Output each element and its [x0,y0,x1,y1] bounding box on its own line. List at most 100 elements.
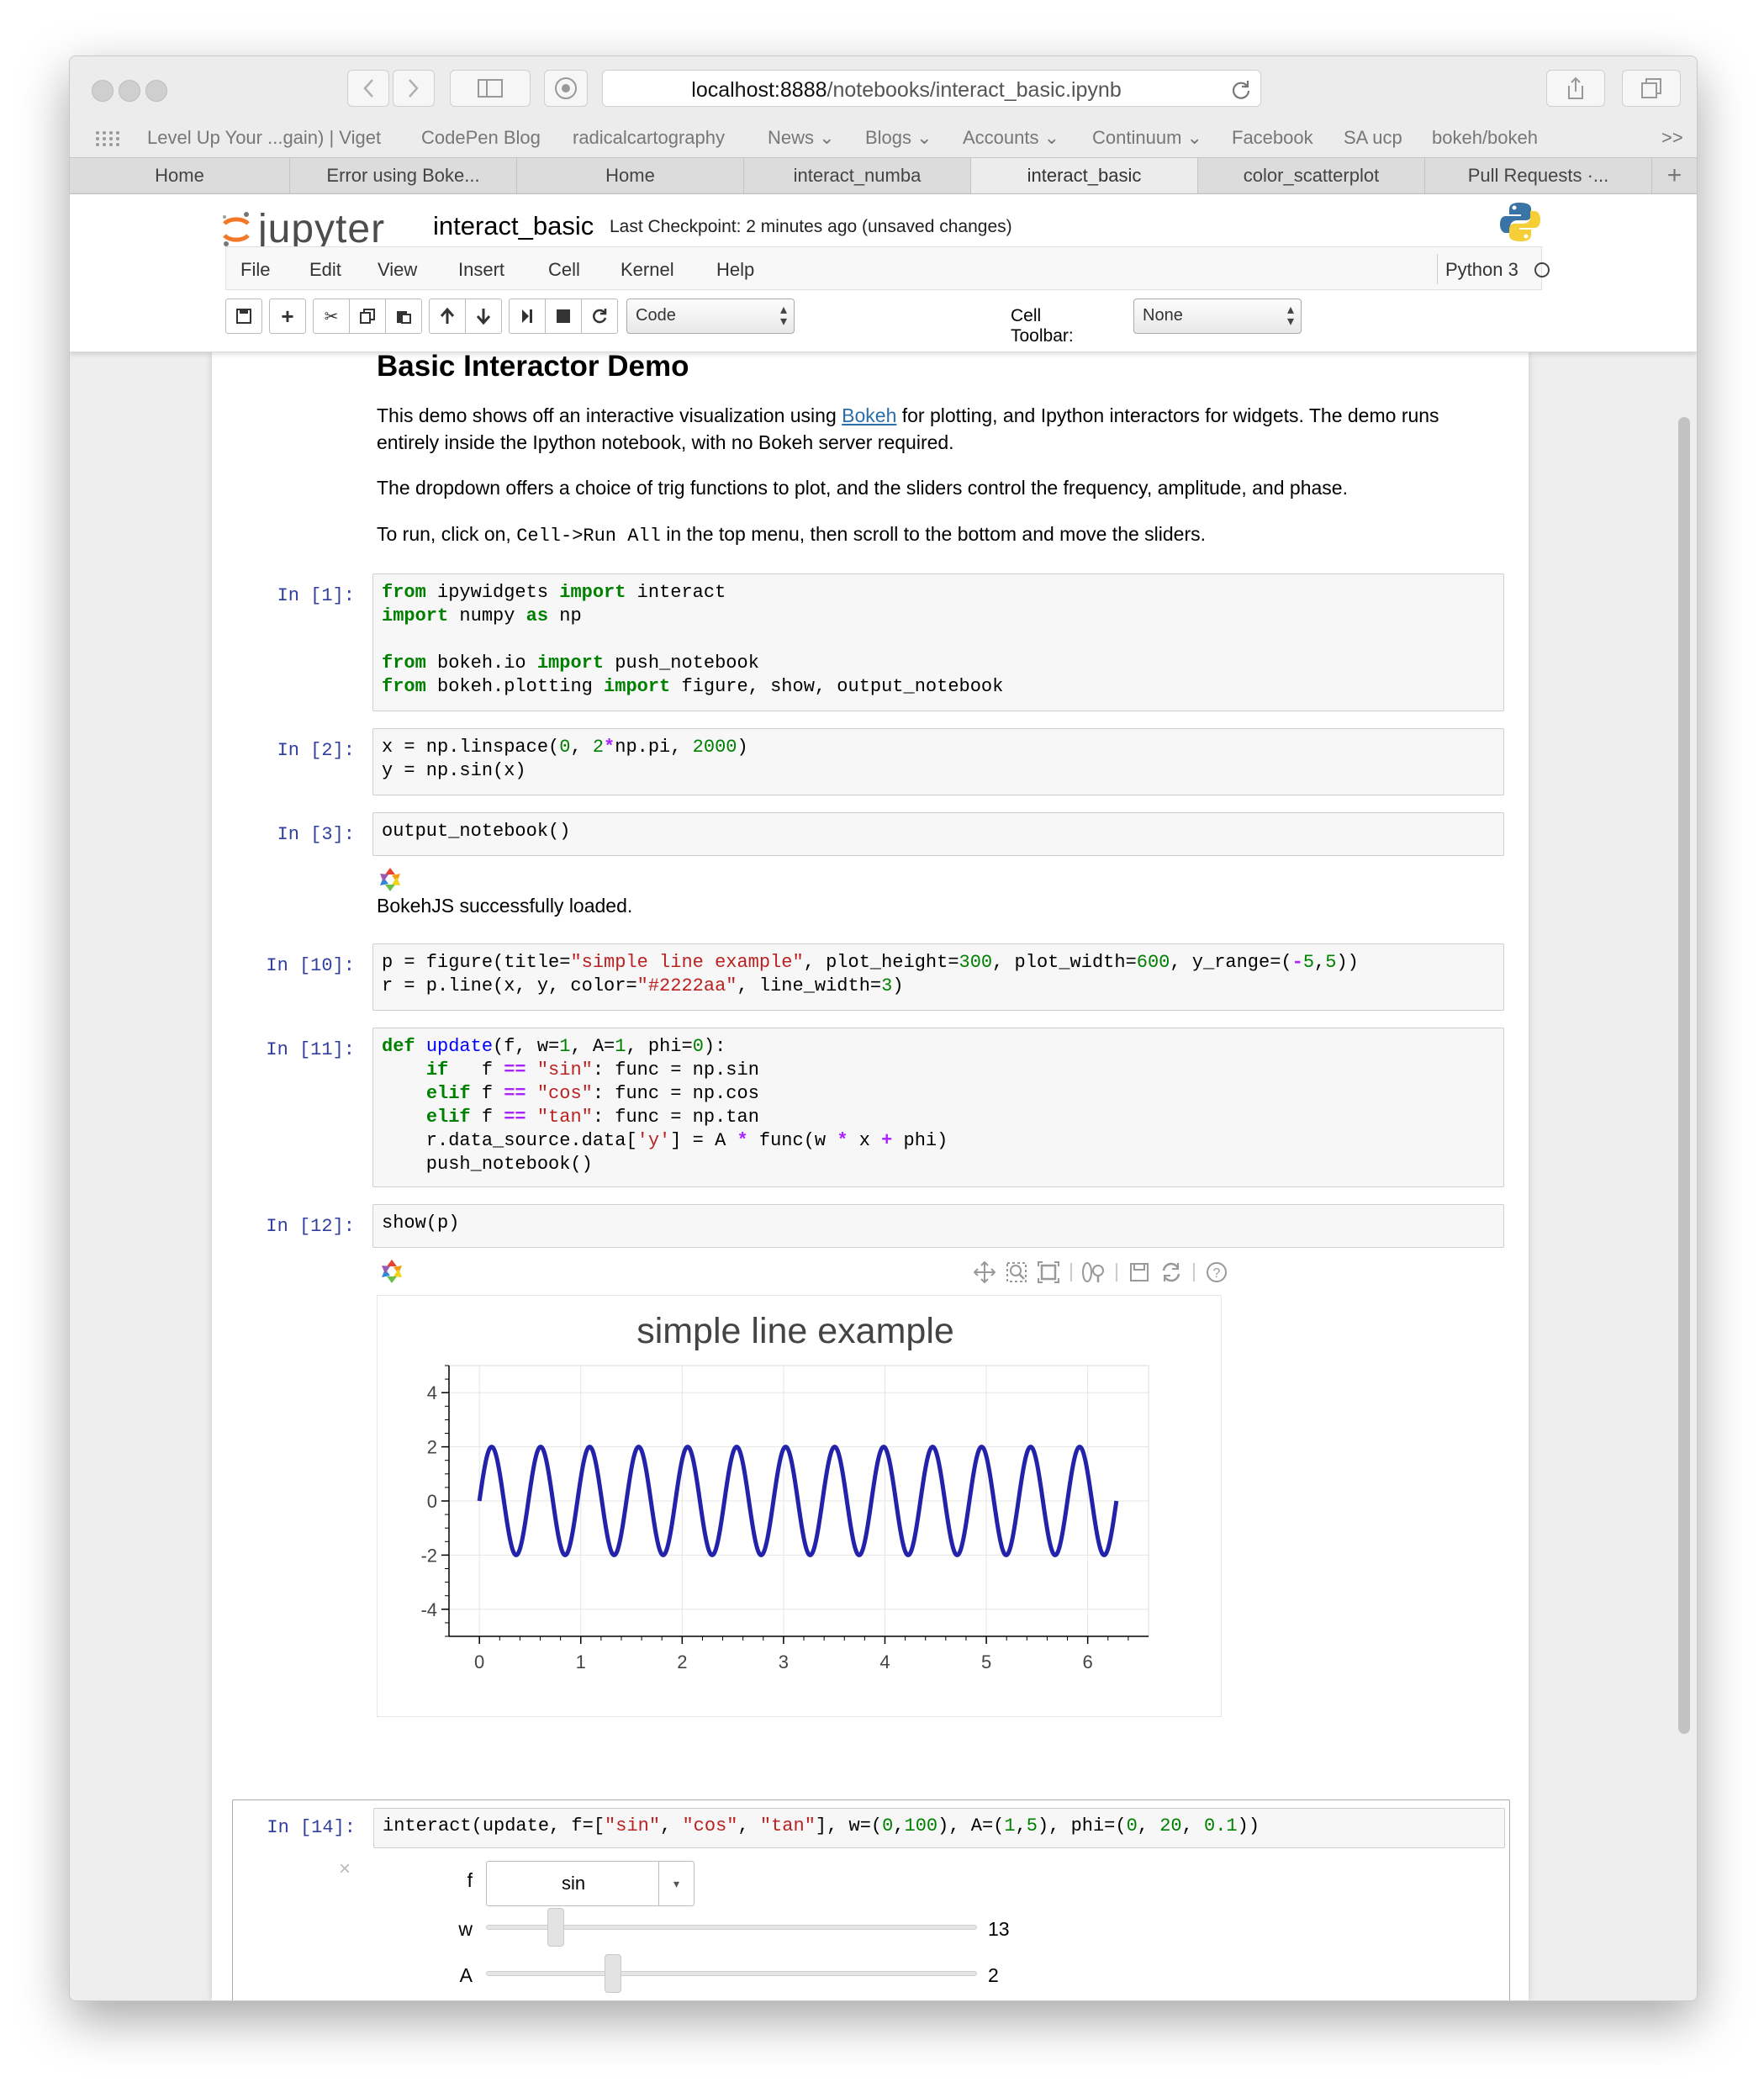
interrupt-button[interactable] [545,299,582,334]
page-scrollbar[interactable] [1678,417,1690,1734]
bookmark-item[interactable]: Accounts ⌄ [963,127,1059,149]
tab-overview-button[interactable] [1622,70,1681,107]
bokeh-plot-frame: simple line example -4 -2 0 2 4 0 1 2 3 4 5 6 [377,1295,1222,1717]
bookmark-item[interactable]: Blogs ⌄ [865,127,932,149]
tab-home[interactable]: Home [70,158,290,193]
bokeh-toolbar: ? [969,1258,1233,1287]
w-slider-handle[interactable] [547,1908,565,1947]
code-cell-input[interactable]: from ipywidgets import interact import n… [372,573,1504,711]
resize-icon [1038,1261,1059,1283]
bookmark-item[interactable]: CodePen Blog [421,127,541,149]
bookmark-item[interactable]: bokeh/bokeh [1432,127,1538,149]
menu-kernel[interactable]: Kernel [621,259,674,281]
A-slider-handle[interactable] [605,1954,621,1993]
minimize-window-button[interactable] [119,80,140,102]
selected-cell[interactable]: In [14]: interact(update, f=["sin", "cos… [232,1799,1510,2001]
zoom-window-button[interactable] [145,80,167,102]
privacy-report-button[interactable] [544,70,588,107]
y-tick-label: 2 [427,1437,437,1458]
sidebar-button[interactable] [450,70,531,107]
bokeh-plot[interactable]: simple line example -4 -2 0 2 4 0 1 2 3 4 5 6 [378,1296,1221,1716]
reset-icon [1162,1262,1180,1282]
paste-button[interactable] [385,299,422,334]
A-slider-track[interactable] [486,1971,977,1976]
code-cell-input[interactable]: p = figure(title="simple line example", … [372,943,1504,1011]
bookmark-item[interactable]: radicalcartography [573,127,725,149]
run-button[interactable] [509,299,546,334]
jupyter-logo-icon [223,211,250,246]
bookmarks-overflow-button[interactable]: >> [1661,127,1683,149]
tab-interact-basic[interactable]: interact_basic [971,158,1198,193]
forward-button[interactable] [393,70,435,107]
menu-edit[interactable]: Edit [309,259,341,281]
cell-prompt: In [3]: [277,824,355,845]
cut-button[interactable]: ✂ [313,299,350,334]
code-cell-input[interactable]: def update(f, w=1, A=1, phi=0): if f == … [372,1028,1504,1187]
tab-interact-numba[interactable]: interact_numba [744,158,971,193]
share-icon [1568,77,1583,99]
cell-toolbar-select[interactable]: None ▴ ▾ [1133,299,1302,334]
reload-icon[interactable] [1230,79,1252,101]
restart-button[interactable] [581,299,618,334]
close-window-button[interactable] [92,80,114,102]
tab-color-scatterplot[interactable]: color_scatterplot [1198,158,1425,193]
close-output-icon[interactable]: × [339,1857,351,1881]
cell-type-select[interactable]: Code ▴ ▾ [626,299,795,334]
code-cell-input[interactable]: x = np.linspace(0, 2*np.pi, 2000) y = np… [372,728,1504,795]
bookmark-item[interactable]: Continuum ⌄ [1092,127,1202,149]
copy-icon [360,309,375,324]
insert-cell-button[interactable]: + [269,299,306,334]
menu-help[interactable]: Help [716,259,754,281]
move-up-button[interactable] [429,299,466,334]
url-text: localhost:8888/notebooks/interact_basic.… [603,78,1210,103]
pan-tool-button[interactable] [969,1258,1001,1287]
zoom-tool-button[interactable] [1001,1258,1033,1287]
menu-cell[interactable]: Cell [548,259,580,281]
save-plot-button[interactable] [1123,1258,1155,1287]
markdown-paragraph: The dropdown offers a choice of trig fun… [377,477,1348,499]
code-text: p = figure(title="simple line example", … [382,952,1359,996]
tab-home-2[interactable]: Home [517,158,744,193]
bookmark-item[interactable]: SA ucp [1344,127,1402,149]
menu-view[interactable]: View [378,259,417,281]
share-button[interactable] [1546,70,1605,107]
chevron-left-icon [363,79,373,98]
code-text: def update(f, w=1, A=1, phi=0): if f == … [382,1036,948,1175]
cell-prompt: In [1]: [277,585,355,606]
address-bar[interactable]: localhost:8888/notebooks/interact_basic.… [602,70,1261,107]
menu-file[interactable]: File [240,259,270,281]
wheel-zoom-tool-button[interactable] [1078,1258,1110,1287]
reset-plot-button[interactable] [1155,1258,1187,1287]
code-cell-input[interactable]: show(p) [372,1204,1504,1248]
phi-slider-handle[interactable] [486,2000,503,2001]
w-label: w [458,1918,473,1940]
code-cell-input[interactable]: output_notebook() [372,812,1504,856]
tab-error-using-bokeh[interactable]: Error using Boke... [290,158,517,193]
notebook-name[interactable]: interact_basic [433,211,594,241]
resize-tool-button[interactable] [1033,1258,1064,1287]
tab-bar: Home Error using Boke... Home interact_n… [70,157,1697,194]
plus-icon: + [281,303,294,329]
move-down-button[interactable] [465,299,502,334]
bookmark-item[interactable]: Facebook [1232,127,1313,149]
bookmark-item[interactable]: News ⌄ [768,127,835,149]
new-tab-button[interactable]: + [1652,158,1697,193]
copy-button[interactable] [349,299,386,334]
bookmark-item[interactable]: Level Up Your ...gain) | Viget [147,127,381,149]
dropdown-caret-icon[interactable]: ▾ [658,1862,694,1905]
menu-insert[interactable]: Insert [458,259,504,281]
arrow-down-icon [476,309,491,325]
grid-icon[interactable] [95,130,120,147]
tab-pull-requests[interactable]: Pull Requests ·... [1425,158,1652,193]
help-button[interactable]: ? [1201,1258,1233,1287]
back-button[interactable] [347,70,389,107]
function-dropdown[interactable]: sin ▾ [486,1861,695,1906]
code-text: interact(update, f=["sin", "cos", "tan"]… [383,1815,1260,1836]
save-button[interactable] [225,299,262,334]
menu-bar: File Edit View Insert Cell Kernel Help P… [225,246,1550,290]
jupyter-logo[interactable]: jupyter [221,206,385,252]
url-host: localhost:8888 [691,78,827,102]
code-cell-input[interactable]: interact(update, f=["sin", "cos", "tan"]… [373,1808,1505,1848]
y-tick-label: 4 [427,1382,437,1403]
bokeh-link[interactable]: Bokeh [842,404,896,426]
